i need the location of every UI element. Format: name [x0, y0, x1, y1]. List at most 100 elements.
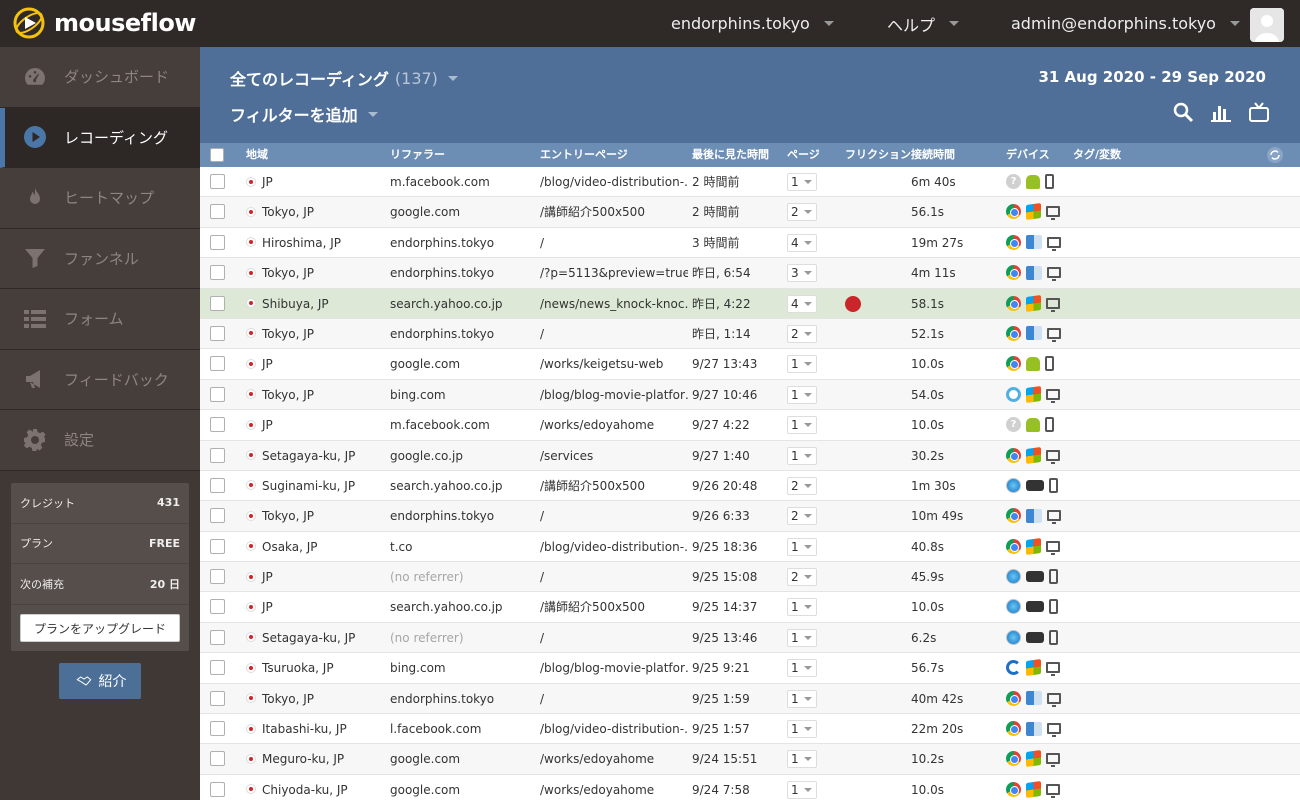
pages-dropdown[interactable]: 1 — [787, 173, 817, 191]
table-row[interactable]: Itabashi-ku, JP l.facebook.com/blog/video… — [200, 714, 1300, 745]
pages-dropdown[interactable]: 1 — [787, 689, 817, 708]
add-filter-button[interactable]: フィルターを追加 — [230, 102, 378, 126]
user-menu[interactable]: admin@endorphins.tokyo — [1011, 0, 1240, 47]
refer-button[interactable]: 紹介 — [59, 663, 141, 699]
entry-page-cell[interactable]: / — [540, 228, 688, 258]
column-duration[interactable]: 接続時間 — [911, 143, 955, 167]
table-row[interactable]: Tokyo, JP endorphins.tokyo / 9/26 6:33 2 10m … — [200, 501, 1300, 532]
table-row[interactable]: Meguro-ku, JP google.com/works/edoyahome 9… — [200, 744, 1300, 775]
table-row[interactable]: Tsuruoka, JP bing.com/blog/blog-movie-pla… — [200, 653, 1300, 684]
table-row[interactable]: Osaka, JP t.co/blog/video-distribution-… 9… — [200, 532, 1300, 563]
help-menu[interactable]: ヘルプ — [887, 0, 960, 47]
row-checkbox[interactable] — [210, 538, 225, 554]
bar-chart-icon[interactable] — [1210, 101, 1232, 123]
entry-page-cell[interactable]: / — [540, 623, 688, 653]
pages-dropdown[interactable]: 1 — [787, 598, 817, 617]
entry-page-cell[interactable]: /講師紹介500x500 — [540, 197, 688, 227]
pages-dropdown[interactable]: 1 — [787, 659, 817, 678]
pages-dropdown[interactable]: 1 — [787, 628, 817, 647]
row-checkbox[interactable] — [210, 569, 225, 585]
entry-page-cell[interactable]: /blog/blog-movie-platfor… — [540, 380, 688, 410]
table-row[interactable]: Hiroshima, JP endorphins.tokyo / 3 時間前 4 19m … — [200, 228, 1300, 259]
row-checkbox[interactable] — [210, 417, 225, 433]
date-range-picker[interactable]: 31 Aug 2020 - 29 Sep 2020 — [1038, 68, 1266, 86]
pages-dropdown[interactable]: 2 — [787, 324, 817, 343]
logo[interactable]: mouseflow — [12, 6, 196, 40]
entry-page-cell[interactable]: /?p=5113&preview=true… — [540, 258, 688, 288]
table-row[interactable]: Setagaya-ku, JP (no referrer) / 9/25 13:46 1… — [200, 622, 1300, 654]
column-entry-page[interactable]: エントリーページ — [540, 143, 628, 167]
row-checkbox[interactable] — [210, 477, 225, 493]
table-row[interactable]: Tokyo, JP google.com/講師紹介500x500 2 時間前 2 56.… — [200, 197, 1300, 228]
row-checkbox[interactable] — [210, 599, 225, 615]
column-region[interactable]: 地域 — [246, 143, 268, 167]
pages-dropdown[interactable]: 2 — [787, 203, 817, 222]
row-checkbox[interactable] — [210, 295, 225, 311]
column-tags[interactable]: タグ/変数 — [1073, 143, 1121, 167]
pages-dropdown[interactable]: 1 — [787, 780, 817, 799]
row-checkbox[interactable] — [210, 781, 225, 797]
entry-page-cell[interactable]: / — [540, 684, 688, 714]
column-pages[interactable]: ページ — [787, 143, 820, 167]
entry-page-cell[interactable]: /works/edoyahome — [540, 775, 688, 800]
row-checkbox[interactable] — [210, 386, 225, 402]
table-row[interactable]: Shibuya, JP search.yahoo.co.jp/news/news_… — [200, 288, 1300, 319]
table-row[interactable]: Tokyo, JP endorphins.tokyo / 9/25 1:59 1 40m … — [200, 683, 1300, 715]
row-checkbox[interactable] — [210, 447, 225, 463]
entry-page-cell[interactable]: /講師紹介500x500 — [540, 592, 688, 622]
pages-dropdown[interactable]: 4 — [787, 233, 817, 252]
table-row[interactable]: Chiyoda-ku, JP google.com/works/edoyahome… — [200, 775, 1300, 800]
sidebar-item-heatmaps[interactable]: ヒートマップ — [0, 168, 200, 229]
pages-dropdown[interactable]: 1 — [787, 720, 817, 739]
table-row[interactable]: JP search.yahoo.co.jp/講師紹介500x500 9/25 14:… — [200, 592, 1300, 623]
row-checkbox[interactable] — [210, 629, 225, 645]
table-row[interactable]: Tokyo, JP endorphins.tokyo /?p=5113&previe… — [200, 258, 1300, 289]
sidebar-item-funnels[interactable]: ファンネル — [0, 228, 200, 289]
row-checkbox[interactable] — [210, 174, 225, 189]
live-view-icon[interactable] — [1248, 101, 1270, 123]
row-checkbox[interactable] — [210, 265, 225, 281]
sidebar-item-feedback[interactable]: フィードバック — [0, 349, 200, 410]
entry-page-cell[interactable]: /works/edoyahome — [540, 744, 688, 774]
pages-dropdown[interactable]: 2 — [787, 507, 817, 526]
table-row[interactable]: JP google.com/works/keigetsu-web 9/27 13:4… — [200, 349, 1300, 380]
row-checkbox[interactable] — [210, 660, 225, 676]
table-row[interactable]: Setagaya-ku, JP google.co.jp/services 9/27… — [200, 440, 1300, 471]
row-checkbox[interactable] — [210, 690, 225, 706]
row-checkbox[interactable] — [210, 234, 225, 250]
pages-dropdown[interactable]: 1 — [787, 385, 817, 404]
sidebar-item-recordings[interactable]: レコーディング — [0, 107, 200, 168]
pages-dropdown[interactable]: 4 — [787, 294, 817, 313]
pages-dropdown[interactable]: 2 — [787, 568, 817, 587]
row-checkbox[interactable] — [210, 325, 225, 341]
pages-dropdown[interactable]: 1 — [787, 355, 817, 374]
sidebar-item-forms[interactable]: フォーム — [0, 289, 200, 350]
recordings-view-selector[interactable]: 全てのレコーディング (137) — [230, 66, 458, 90]
row-checkbox[interactable] — [210, 204, 225, 220]
pages-dropdown[interactable]: 2 — [787, 476, 817, 495]
entry-page-cell[interactable]: / — [540, 319, 688, 349]
column-referrer[interactable]: リファラー — [390, 143, 445, 167]
search-icon[interactable] — [1172, 101, 1194, 123]
table-row[interactable]: JP m.facebook.com/works/edoyahome 9/27 4:2… — [200, 410, 1300, 441]
table-row[interactable]: JP m.facebook.com/blog/video-distribution… — [200, 167, 1300, 198]
sidebar-item-dashboard[interactable]: ダッシュボード — [0, 47, 200, 108]
pages-dropdown[interactable]: 1 — [787, 446, 817, 465]
table-row[interactable]: JP (no referrer) / 9/25 15:08 2 45.9s — [200, 562, 1300, 593]
pages-dropdown[interactable]: 1 — [787, 750, 817, 769]
entry-page-cell[interactable]: /works/edoyahome — [540, 410, 688, 440]
refresh-icon[interactable] — [1266, 146, 1284, 164]
table-row[interactable]: Suginami-ku, JP search.yahoo.co.jp/講師紹介50… — [200, 471, 1300, 502]
entry-page-cell[interactable]: /news/news_knock-knoc… — [540, 289, 688, 319]
column-device[interactable]: デバイス — [1006, 143, 1050, 167]
entry-page-cell[interactable]: /blog/video-distribution-… — [540, 167, 688, 197]
column-last-seen[interactable]: 最後に見た時間 — [692, 143, 769, 167]
entry-page-cell[interactable]: /講師紹介500x500 — [540, 471, 688, 501]
upgrade-plan-button[interactable]: プランをアップグレード — [20, 614, 180, 642]
row-checkbox[interactable] — [210, 356, 225, 372]
select-all-checkbox[interactable] — [210, 148, 224, 162]
entry-page-cell[interactable]: /blog/video-distribution-… — [540, 532, 688, 562]
row-checkbox[interactable] — [210, 721, 225, 737]
table-row[interactable]: Tokyo, JP endorphins.tokyo / 昨日, 1:14 2 52.1s — [200, 318, 1300, 350]
sidebar-item-settings[interactable]: 設定 — [0, 410, 200, 471]
